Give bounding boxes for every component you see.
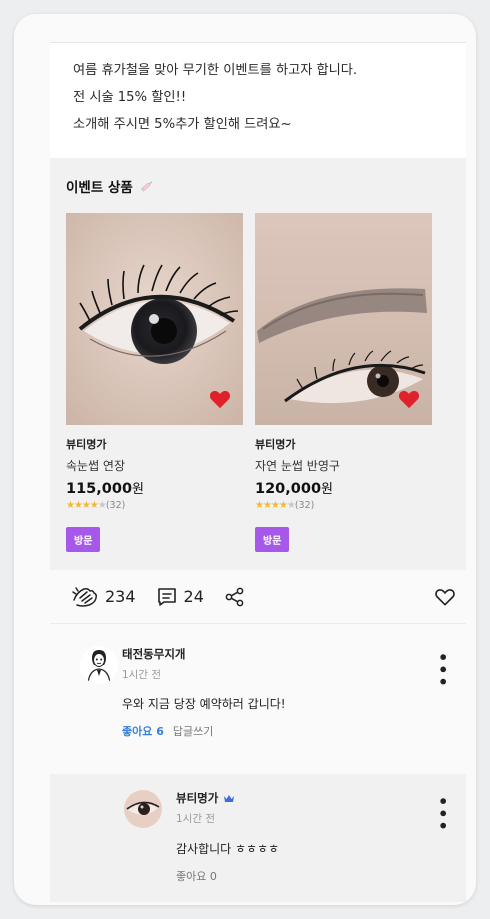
clap-icon [72,586,97,607]
star-rating-icon: ★★★★★ [66,500,107,511]
comment-count: 24 [183,587,204,606]
product-card-eyebrow[interactable]: 뷰티명가 자연 눈썹 반영구 120,000원 ★★★★★ (32) 방문 [255,213,432,552]
notice-line-2: 전 시술 15% 할인!! [73,90,187,105]
clap-button[interactable]: 234 [71,586,136,608]
heart-outline-icon [435,588,455,606]
product-list: 뷰티명가 속눈썹 연장 115,000원 ★★★★★ (32) 방문 뷰티명가 … [66,213,452,552]
post-actions-bar: 234 24 [50,570,466,624]
avatar[interactable] [124,790,162,828]
product-price: 115,000원 [66,481,145,497]
comment-item: 태전동무지개 1시간 전 우와 지금 당장 예약하러 갑니다! 좋아요 6 답글… [50,624,466,774]
visit-tag: 방문 [255,527,290,552]
product-rating: ★★★★★ (32) [255,500,432,511]
event-products-title: 이벤트 상품 [66,176,452,196]
notice-line-1: 여름 휴가철을 맞아 무기한 이벤트를 하고자 합니다. [73,63,358,78]
wishlist-heart-icon[interactable] [398,389,420,409]
share-icon [225,587,244,606]
comment-icon [157,587,176,606]
reply-author[interactable]: 뷰티명가 [176,790,452,806]
syringe-icon [140,181,153,192]
event-products-section: 이벤트 상품 뷰티명가 속눈썹 연장 115,000원 ★★★★★ (32) 방… [50,158,466,570]
review-count: (32) [294,500,315,511]
visit-tag: 방문 [66,527,101,552]
product-card-eyelash[interactable]: 뷰티명가 속눈썹 연장 115,000원 ★★★★★ (32) 방문 [66,213,243,552]
reply-like-button[interactable]: 좋아요 0 [176,868,217,884]
notice-line-3: 소개해 주시면 5%추가 할인해 드려요~ [73,117,292,132]
wishlist-heart-icon[interactable] [209,389,231,409]
comment-like-button[interactable]: 좋아요 6 [122,723,164,739]
review-count: (32) [105,500,126,511]
product-brand: 뷰티명가 [66,438,107,451]
more-options-icon[interactable]: ••• [433,796,452,833]
more-options-icon[interactable]: ••• [433,652,452,689]
share-button[interactable] [224,586,246,608]
product-price: 120,000원 [255,481,334,497]
comments-button[interactable]: 24 [156,586,204,608]
brand-avatar-icon [124,790,162,828]
product-brand: 뷰티명가 [255,438,296,451]
reply-button[interactable]: 답글쓰기 [173,723,213,739]
reply-item: 뷰티명가 1시간 전 감사합니다 ㅎㅎㅎㅎ 좋아요 0 ••• [50,774,466,902]
comment-time: 1시간 전 [122,669,161,681]
product-image-eyelash[interactable] [66,213,243,425]
post-card: 여름 휴가철을 맞아 무기한 이벤트를 하고자 합니다. 전 시술 15% 할인… [14,14,476,905]
post-text: 여름 휴가철을 맞아 무기한 이벤트를 하고자 합니다. 전 시술 15% 할인… [50,42,466,158]
comment-text: 우와 지금 당장 예약하러 갑니다! [122,697,286,711]
reply-text: 감사합니다 ㅎㅎㅎㅎ [176,842,280,856]
like-post-button[interactable] [434,587,456,607]
product-name: 속눈썹 연장 [66,459,126,473]
star-rating-icon: ★★★★★ [255,500,296,511]
reply-time: 1시간 전 [176,813,215,825]
comment-author[interactable]: 태전동무지개 [122,646,452,662]
product-rating: ★★★★★ (32) [66,500,243,511]
user-avatar-icon [80,646,118,684]
product-name: 자연 눈썹 반영구 [255,459,340,473]
post-content: 여름 휴가철을 맞아 무기한 이벤트를 하고자 합니다. 전 시술 15% 할인… [50,42,466,902]
clap-count: 234 [105,587,136,606]
crown-icon [224,794,235,802]
avatar[interactable] [80,646,118,684]
product-image-eyebrow[interactable] [255,213,432,425]
